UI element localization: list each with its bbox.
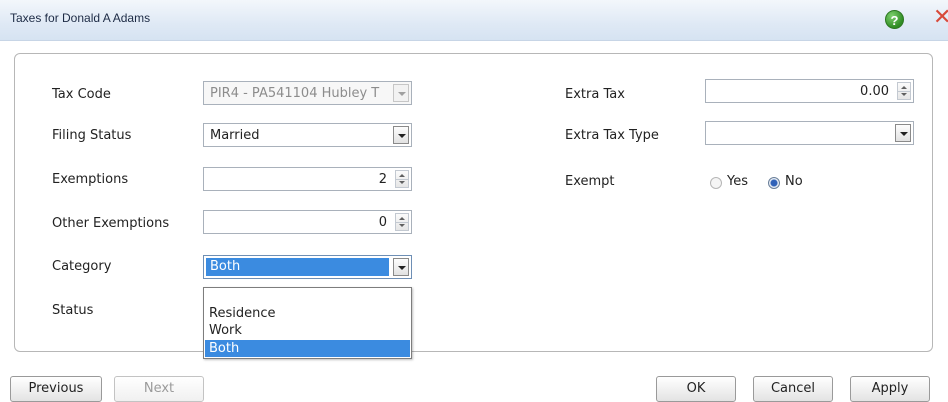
title-bar: Taxes for Donald A Adams ? ✕ <box>0 0 948 41</box>
spin-down-icon[interactable] <box>901 93 907 96</box>
cancel-button[interactable]: Cancel <box>753 376 833 402</box>
category-select[interactable]: Both <box>203 255 412 279</box>
extra-tax-spinner[interactable] <box>897 82 911 100</box>
exempt-yes-radio[interactable] <box>710 177 722 189</box>
extra-tax-type-dropdown-button[interactable] <box>895 124 911 142</box>
tax-code-dropdown-button <box>393 84 409 102</box>
category-dropdown-list[interactable]: Residence Work Both <box>203 287 412 359</box>
extra-tax-type-select[interactable] <box>705 121 914 145</box>
filing-status-value: Married <box>210 128 260 143</box>
chevron-down-icon <box>398 92 406 96</box>
spin-up-icon[interactable] <box>399 174 405 177</box>
close-icon[interactable]: ✕ <box>933 5 948 31</box>
exempt-no-label[interactable]: No <box>785 174 803 189</box>
other-exemptions-label: Other Exemptions <box>52 216 170 231</box>
category-option-residence[interactable]: Residence <box>205 305 410 322</box>
ok-button[interactable]: OK <box>656 376 736 402</box>
spin-up-icon[interactable] <box>399 217 405 220</box>
category-option-work[interactable]: Work <box>205 322 410 339</box>
filing-status-select[interactable]: Married <box>203 123 412 147</box>
chevron-down-icon <box>398 134 406 138</box>
exemptions-input[interactable]: 2 <box>203 167 412 191</box>
spin-up-icon[interactable] <box>901 86 907 89</box>
category-dropdown-button[interactable] <box>393 258 409 276</box>
exemptions-label: Exemptions <box>52 172 129 187</box>
window-title: Taxes for Donald A Adams <box>10 11 151 25</box>
status-label: Status <box>52 303 94 318</box>
exempt-label: Exempt <box>565 174 615 189</box>
exemptions-spinner[interactable] <box>395 170 409 188</box>
category-value: Both <box>206 258 389 276</box>
extra-tax-value: 0.00 <box>860 84 889 99</box>
tax-code-label: Tax Code <box>52 87 111 102</box>
tax-code-select: PIR4 - PA541104 Hubley T <box>203 81 412 105</box>
previous-button[interactable]: Previous <box>10 376 102 402</box>
category-option-both[interactable]: Both <box>205 340 410 357</box>
other-exemptions-spinner[interactable] <box>395 213 409 231</box>
exemptions-value: 2 <box>378 172 387 187</box>
chevron-down-icon <box>398 266 406 270</box>
other-exemptions-input[interactable]: 0 <box>203 210 412 234</box>
spin-down-icon[interactable] <box>399 181 405 184</box>
help-icon[interactable]: ? <box>885 10 904 29</box>
other-exemptions-value: 0 <box>378 215 387 230</box>
filing-status-label: Filing Status <box>52 128 132 143</box>
tax-code-value: PIR4 - PA541104 Hubley T <box>210 86 380 101</box>
extra-tax-type-label: Extra Tax Type <box>565 128 659 143</box>
extra-tax-label: Extra Tax <box>565 87 625 102</box>
extra-tax-input[interactable]: 0.00 <box>705 79 914 103</box>
apply-button[interactable]: Apply <box>850 376 930 402</box>
category-label: Category <box>52 259 112 274</box>
spin-down-icon[interactable] <box>399 224 405 227</box>
next-button[interactable]: Next <box>114 376 204 402</box>
chevron-down-icon <box>900 132 908 136</box>
exempt-no-radio[interactable] <box>768 177 780 189</box>
exempt-yes-label[interactable]: Yes <box>727 174 748 189</box>
filing-status-dropdown-button[interactable] <box>393 126 409 144</box>
